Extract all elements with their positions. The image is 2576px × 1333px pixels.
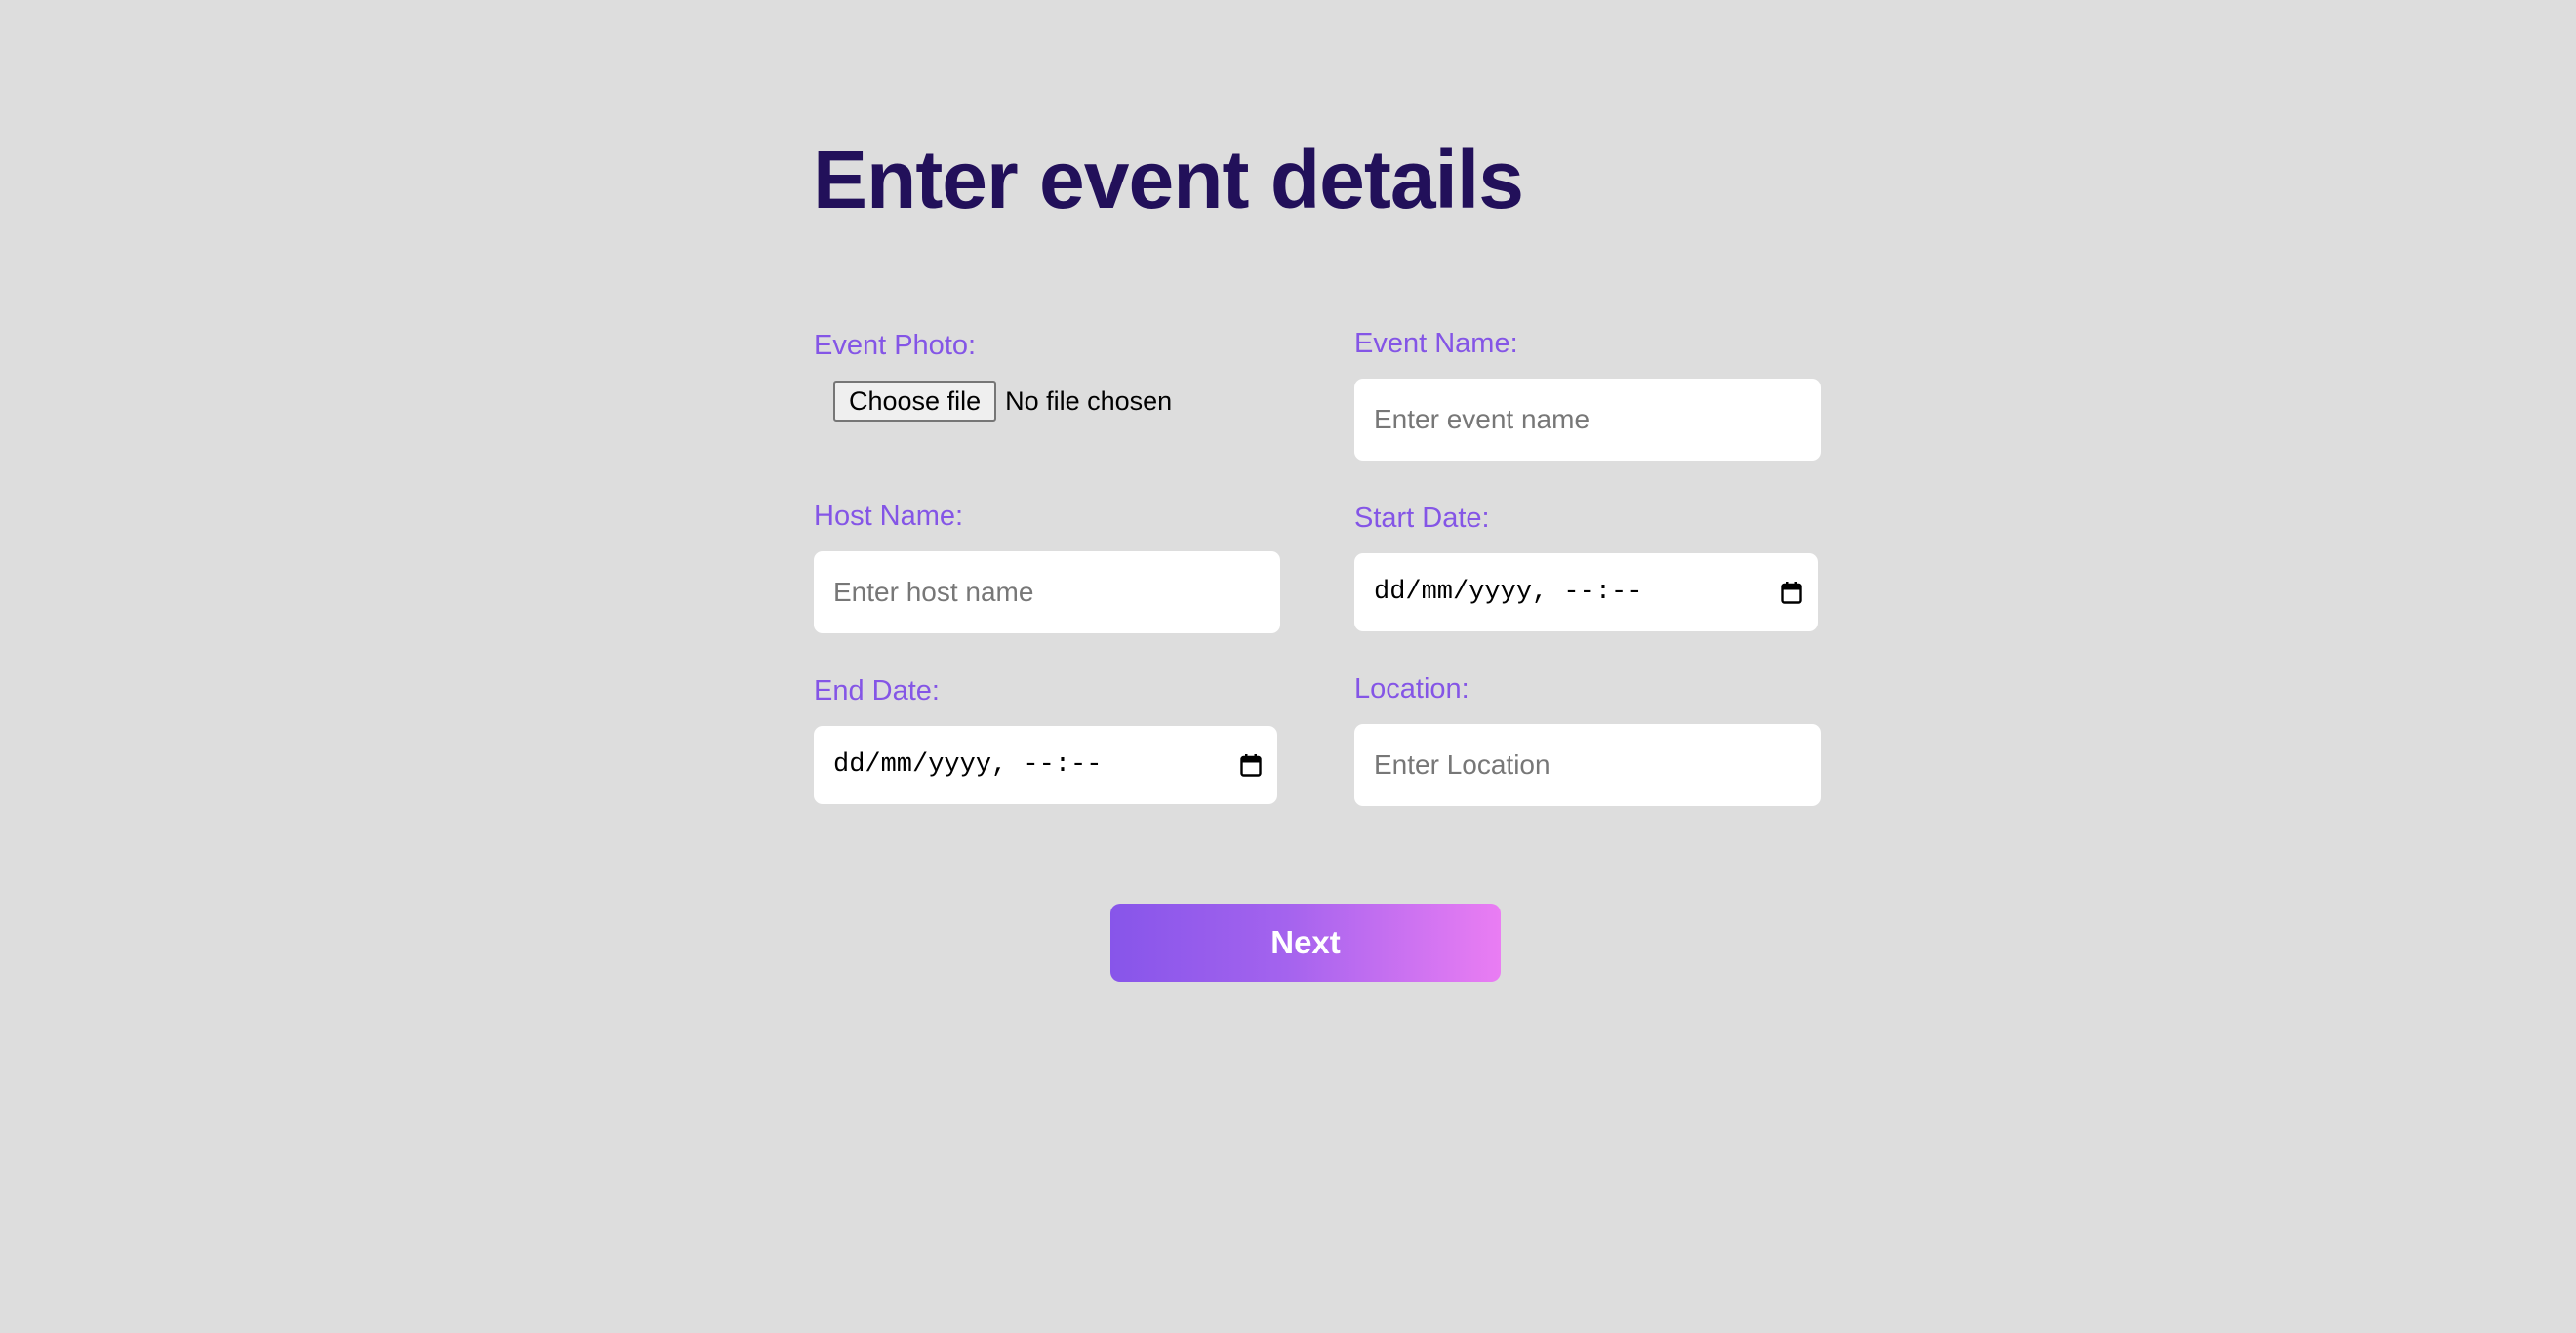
end-date-input[interactable]: dd/mm/yyyy, --:-- xyxy=(814,726,1277,804)
start-date-input[interactable]: dd/mm/yyyy, --:-- xyxy=(1354,553,1818,631)
end-date-label: End Date: xyxy=(814,675,940,707)
calendar-icon[interactable] xyxy=(1781,581,1802,604)
host-name-label: Host Name: xyxy=(814,501,964,532)
calendar-icon[interactable] xyxy=(1240,753,1262,777)
location-placeholder: Enter Location xyxy=(1374,749,1550,780)
end-date-format: dd/mm/yyyy, --:-- xyxy=(833,750,1103,780)
host-name-placeholder: Enter host name xyxy=(833,577,1034,607)
file-status-text: No file chosen xyxy=(1005,385,1173,416)
event-details-page: Enter event details Event Photo: Choose … xyxy=(0,0,2576,1333)
event-name-placeholder: Enter event name xyxy=(1374,404,1590,434)
host-name-input[interactable]: Enter host name xyxy=(814,551,1280,633)
location-label: Location: xyxy=(1354,673,1469,705)
choose-file-button[interactable]: Choose file xyxy=(833,381,997,422)
location-input[interactable]: Enter Location xyxy=(1354,724,1821,806)
event-photo-file-picker: Choose file No file chosen xyxy=(833,381,1172,422)
event-photo-label: Event Photo: xyxy=(814,330,977,361)
next-button[interactable]: Next xyxy=(1110,904,1501,982)
start-date-format: dd/mm/yyyy, --:-- xyxy=(1374,578,1643,607)
start-date-label: Start Date: xyxy=(1354,503,1490,534)
event-name-label: Event Name: xyxy=(1354,328,1518,359)
page-title: Enter event details xyxy=(813,134,1524,225)
event-name-input[interactable]: Enter event name xyxy=(1354,379,1821,461)
